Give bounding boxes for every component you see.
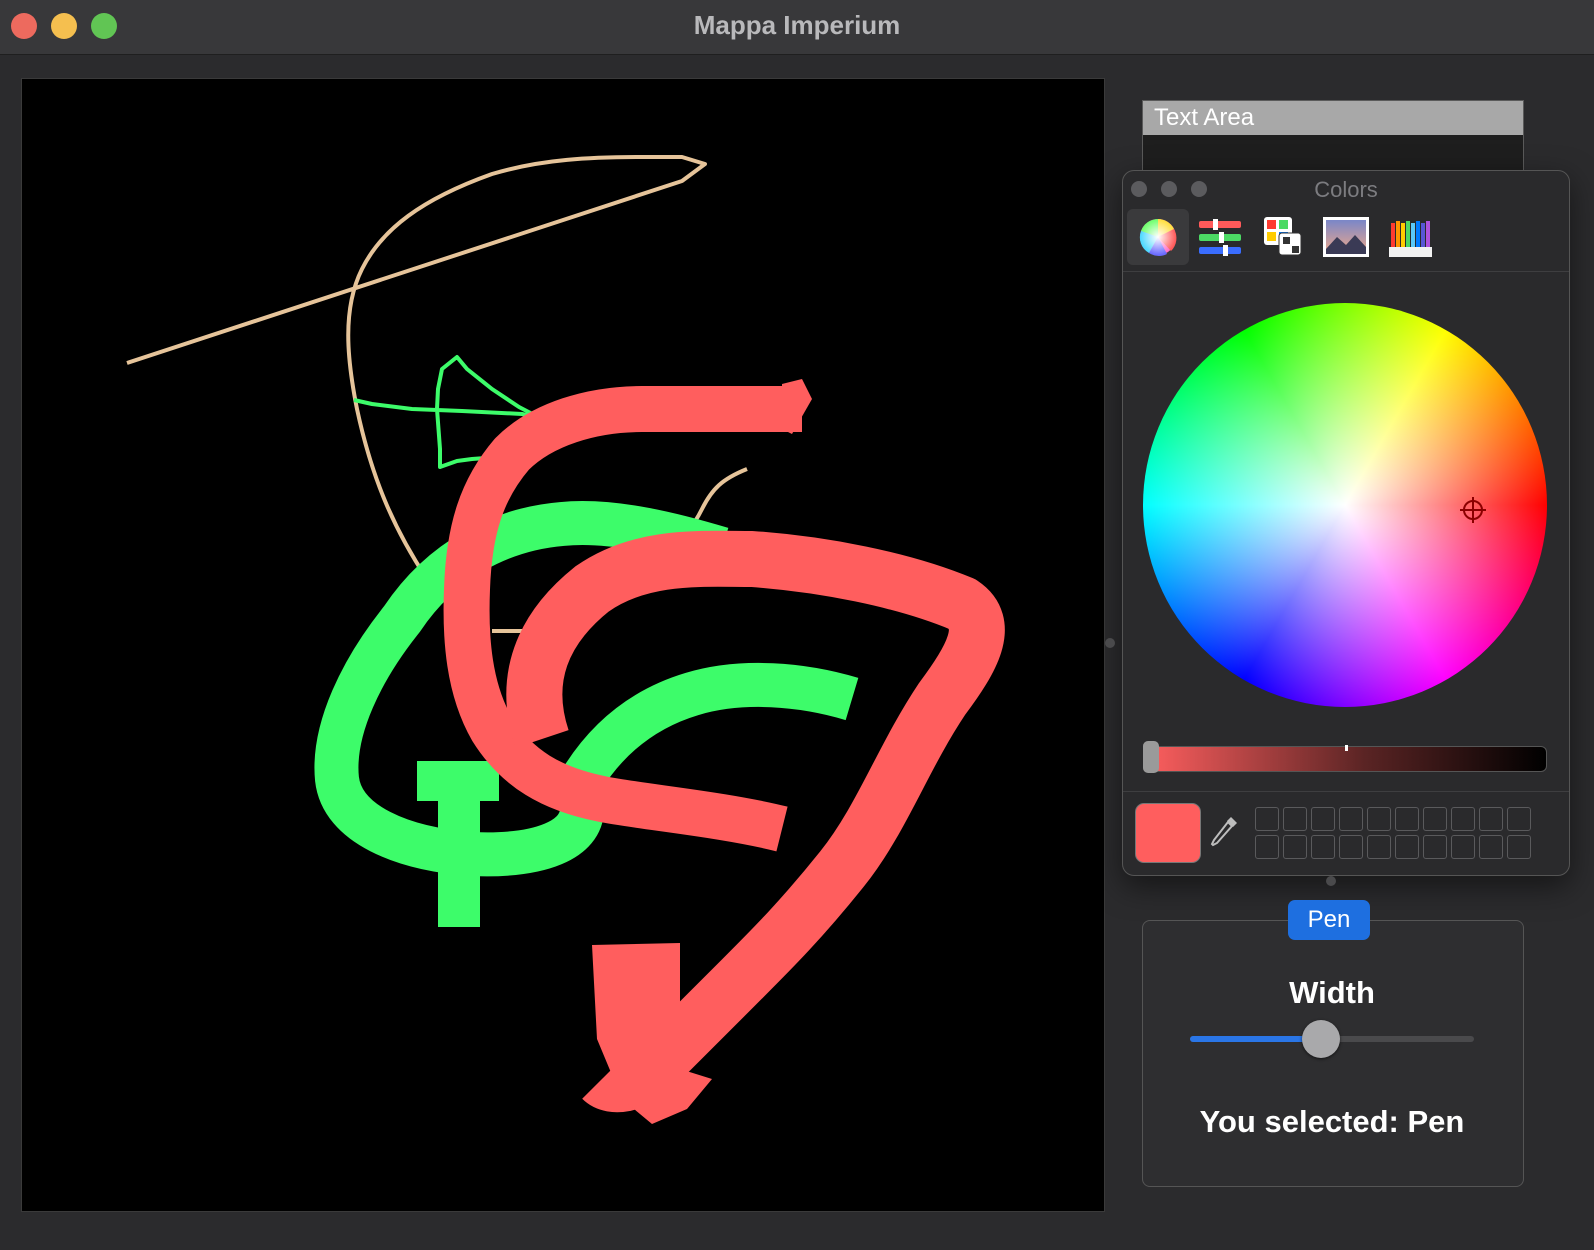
empty-swatch[interactable] bbox=[1423, 807, 1447, 831]
title-bar: Mappa Imperium bbox=[0, 0, 1594, 55]
width-slider-knob[interactable] bbox=[1301, 1020, 1340, 1058]
colors-panel: Colors bbox=[1122, 170, 1570, 876]
brightness-tick bbox=[1345, 745, 1348, 751]
empty-swatch[interactable] bbox=[1395, 835, 1419, 859]
empty-swatch[interactable] bbox=[1255, 807, 1279, 831]
empty-swatch[interactable] bbox=[1283, 835, 1307, 859]
selected-tool-label: You selected: Pen bbox=[1199, 1104, 1465, 1139]
pencils-tab[interactable] bbox=[1379, 209, 1441, 265]
empty-swatch[interactable] bbox=[1451, 835, 1475, 859]
color-sliders-icon bbox=[1199, 219, 1241, 256]
brightness-slider-thumb[interactable] bbox=[1143, 741, 1159, 773]
colors-panel-titlebar: Colors bbox=[1123, 171, 1569, 205]
empty-swatch[interactable] bbox=[1283, 807, 1307, 831]
custom-swatch-grid bbox=[1255, 807, 1531, 859]
image-palettes-tab[interactable] bbox=[1315, 209, 1377, 265]
empty-swatch[interactable] bbox=[1311, 807, 1335, 831]
color-wheel-tab[interactable] bbox=[1127, 209, 1189, 265]
eyedropper-icon[interactable] bbox=[1207, 811, 1243, 855]
empty-swatch[interactable] bbox=[1479, 835, 1503, 859]
colors-divider bbox=[1123, 791, 1569, 792]
colors-toolbar bbox=[1123, 205, 1569, 272]
current-color-swatch[interactable] bbox=[1135, 803, 1201, 863]
empty-swatch[interactable] bbox=[1507, 835, 1531, 859]
empty-swatch[interactable] bbox=[1423, 835, 1447, 859]
color-palettes-tab[interactable] bbox=[1251, 209, 1313, 265]
empty-swatch[interactable] bbox=[1339, 835, 1363, 859]
empty-swatch[interactable] bbox=[1255, 835, 1279, 859]
image-palettes-icon bbox=[1323, 217, 1369, 257]
thick-green-arc bbox=[563, 662, 859, 791]
split-view-handle[interactable] bbox=[1105, 638, 1115, 648]
thick-red-upper-curve bbox=[443, 386, 802, 852]
empty-swatch[interactable] bbox=[1367, 835, 1391, 859]
colors-panel-title: Colors bbox=[1314, 177, 1378, 202]
green-cross-vertical bbox=[438, 799, 480, 927]
empty-swatch[interactable] bbox=[1451, 807, 1475, 831]
canvas-drawing bbox=[126, 155, 1005, 1124]
width-label: Width bbox=[1289, 975, 1375, 1010]
empty-swatch[interactable] bbox=[1479, 807, 1503, 831]
empty-swatch[interactable] bbox=[1339, 807, 1363, 831]
color-palettes-icon bbox=[1264, 217, 1302, 256]
empty-swatch[interactable] bbox=[1395, 807, 1419, 831]
crosshair-icon[interactable] bbox=[1459, 496, 1487, 524]
color-sliders-tab[interactable] bbox=[1189, 209, 1251, 265]
pen-tab[interactable]: Pen bbox=[1288, 900, 1370, 940]
empty-swatch[interactable] bbox=[1507, 807, 1531, 831]
empty-swatch[interactable] bbox=[1367, 807, 1391, 831]
panel-resize-handle[interactable] bbox=[1326, 876, 1336, 886]
empty-swatch[interactable] bbox=[1311, 835, 1335, 859]
text-area-header: Text Area bbox=[1143, 101, 1523, 135]
pencils-icon bbox=[1389, 221, 1432, 257]
drawing-canvas[interactable] bbox=[21, 78, 1105, 1212]
color-wheel-icon bbox=[1139, 218, 1177, 256]
green-cross-horizontal bbox=[417, 761, 499, 801]
window-title: Mappa Imperium bbox=[693, 10, 901, 40]
